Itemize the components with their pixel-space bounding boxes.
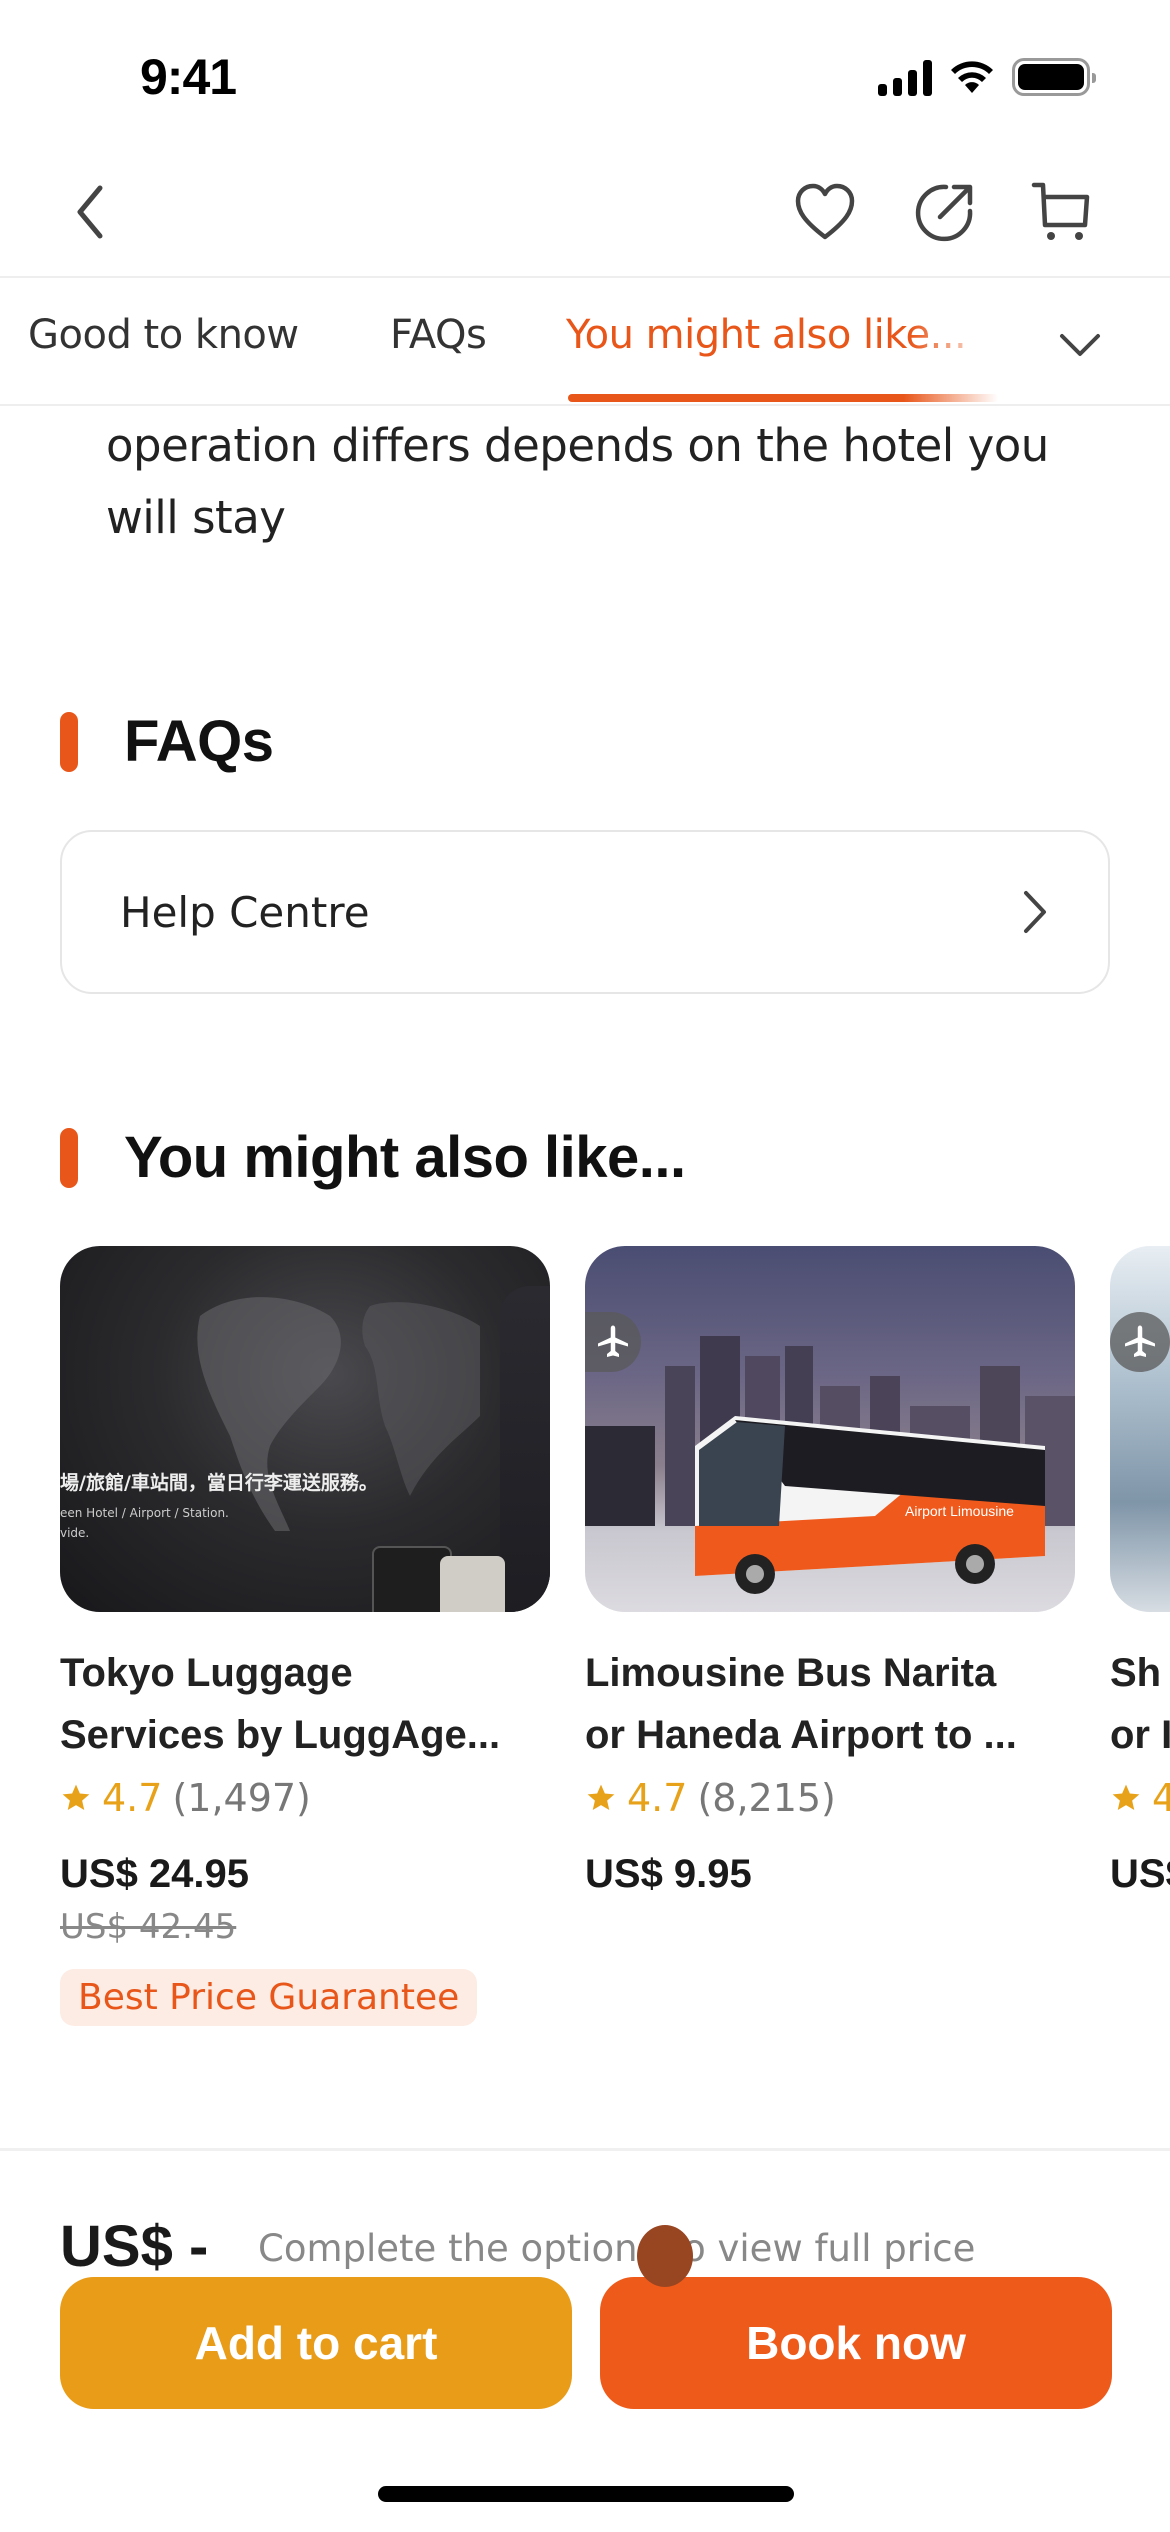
heart-icon	[795, 183, 855, 240]
tab-you-might-also-like[interactable]: You might also like...	[566, 312, 996, 358]
svg-text:Airport Limousine: Airport Limousine	[905, 1503, 1014, 1519]
favorite-button[interactable]	[785, 172, 865, 252]
product-price: US$ 9.95	[585, 1852, 752, 1896]
active-tab-indicator	[568, 394, 998, 402]
status-bar: 9:41	[0, 0, 1170, 150]
person-graphic	[500, 1286, 550, 1612]
status-icons	[878, 58, 1096, 96]
faqs-heading: FAQs	[60, 708, 274, 775]
product-rating: 4	[1110, 1770, 1170, 1826]
add-to-cart-button[interactable]: Add to cart	[60, 2277, 572, 2409]
image-caption: een Hotel / Airport / Station.	[60, 1506, 229, 1520]
recommendations-heading: You might also like...	[60, 1124, 686, 1191]
status-time: 9:41	[140, 49, 237, 105]
chevron-down-icon	[1060, 334, 1100, 356]
review-count: (8,215)	[697, 1776, 836, 1820]
product-card[interactable]: 場/旅館/車站間，當日行李運送服務。 een Hotel / Airport /…	[60, 1246, 550, 2026]
suitcase-graphic	[440, 1556, 505, 1612]
product-rating: 4.7 (1,497)	[60, 1770, 550, 1826]
star-icon	[587, 1784, 615, 1810]
touch-indicator	[637, 2225, 693, 2287]
product-image: Airport Limousine	[585, 1246, 1075, 1612]
help-centre-label: Help Centre	[120, 887, 370, 937]
book-now-button[interactable]: Book now	[600, 2277, 1112, 2409]
rating-score: 4.7	[102, 1776, 163, 1820]
share-button[interactable]	[905, 172, 985, 252]
chevron-right-icon	[1024, 891, 1046, 933]
product-card[interactable]: Sh or I 4 US$	[1110, 1246, 1170, 1897]
review-count: (1,497)	[172, 1776, 311, 1820]
product-carousel[interactable]: 場/旅館/車站間，當日行李運送服務。 een Hotel / Airport /…	[60, 1246, 1170, 2046]
rating-score: 4.7	[627, 1776, 688, 1820]
tab-faqs[interactable]: FAQs	[390, 312, 487, 358]
product-price: US$	[1110, 1852, 1170, 1896]
world-map-graphic	[197, 1297, 480, 1531]
nav-header	[0, 150, 1170, 278]
bus-graphic: Airport Limousine	[695, 1416, 1045, 1594]
product-title: Tokyo Luggage Services by LuggAge...	[60, 1642, 550, 1766]
best-price-badge: Best Price Guarantee	[60, 1969, 478, 2026]
home-indicator[interactable]	[378, 2486, 794, 2502]
product-title-line: Services by LuggAge...	[60, 1713, 501, 1757]
rating-score: 4	[1152, 1776, 1170, 1820]
airport-transfer-badge	[1110, 1312, 1170, 1372]
price-hint: Complete the options to view full price	[258, 2227, 976, 2270]
airplane-icon	[1125, 1325, 1155, 1357]
product-title-line: or Haneda Airport to ...	[585, 1713, 1017, 1757]
product-title-line: Sh	[1110, 1651, 1162, 1695]
cart-icon	[1031, 182, 1090, 240]
back-icon	[77, 185, 103, 239]
product-price: US$ 24.95	[60, 1852, 250, 1896]
airplane-icon	[598, 1325, 628, 1357]
star-icon	[1112, 1784, 1140, 1810]
total-price: US$ -	[60, 2214, 209, 2279]
share-icon	[915, 184, 973, 242]
product-title-line: Limousine Bus Narita	[585, 1651, 997, 1695]
wifi-icon	[951, 61, 993, 93]
image-caption: 場/旅館/車站間，當日行李運送服務。	[60, 1472, 378, 1494]
battery-icon	[1012, 58, 1096, 96]
cart-button[interactable]	[1022, 172, 1102, 252]
product-image	[1110, 1246, 1170, 1612]
product-rating: 4.7 (8,215)	[585, 1770, 1075, 1826]
tab-good-to-know[interactable]: Good to know	[28, 312, 299, 358]
help-centre-link[interactable]: Help Centre	[60, 830, 1110, 994]
good-to-know-text: operation differs depends on the hotel y…	[106, 419, 1049, 544]
original-price: US$ 42.45	[60, 1907, 237, 1947]
product-title-line: or I	[1110, 1713, 1170, 1757]
image-caption: vide.	[60, 1526, 90, 1540]
back-button[interactable]	[50, 172, 130, 252]
signal-icon	[878, 58, 932, 96]
product-title: Sh or I	[1110, 1642, 1170, 1766]
product-image: 場/旅館/車站間，當日行李運送服務。 een Hotel / Airport /…	[60, 1246, 550, 1612]
booking-bar: US$ - Complete the options to view full …	[0, 2148, 1170, 2532]
section-marker	[60, 1127, 78, 1188]
expand-tabs-button[interactable]	[1050, 320, 1110, 370]
product-card[interactable]: Airport Limousine Limousine Bus Narita o…	[585, 1246, 1075, 1897]
section-marker	[60, 711, 78, 772]
star-icon	[62, 1784, 90, 1810]
faqs-title: FAQs	[124, 709, 274, 774]
section-tabs: Good to know FAQs You might also like...	[0, 280, 1170, 406]
recommendations-title: You might also like...	[124, 1125, 686, 1190]
product-title-line: Tokyo Luggage	[60, 1651, 353, 1695]
product-title: Limousine Bus Narita or Haneda Airport t…	[585, 1642, 1075, 1766]
